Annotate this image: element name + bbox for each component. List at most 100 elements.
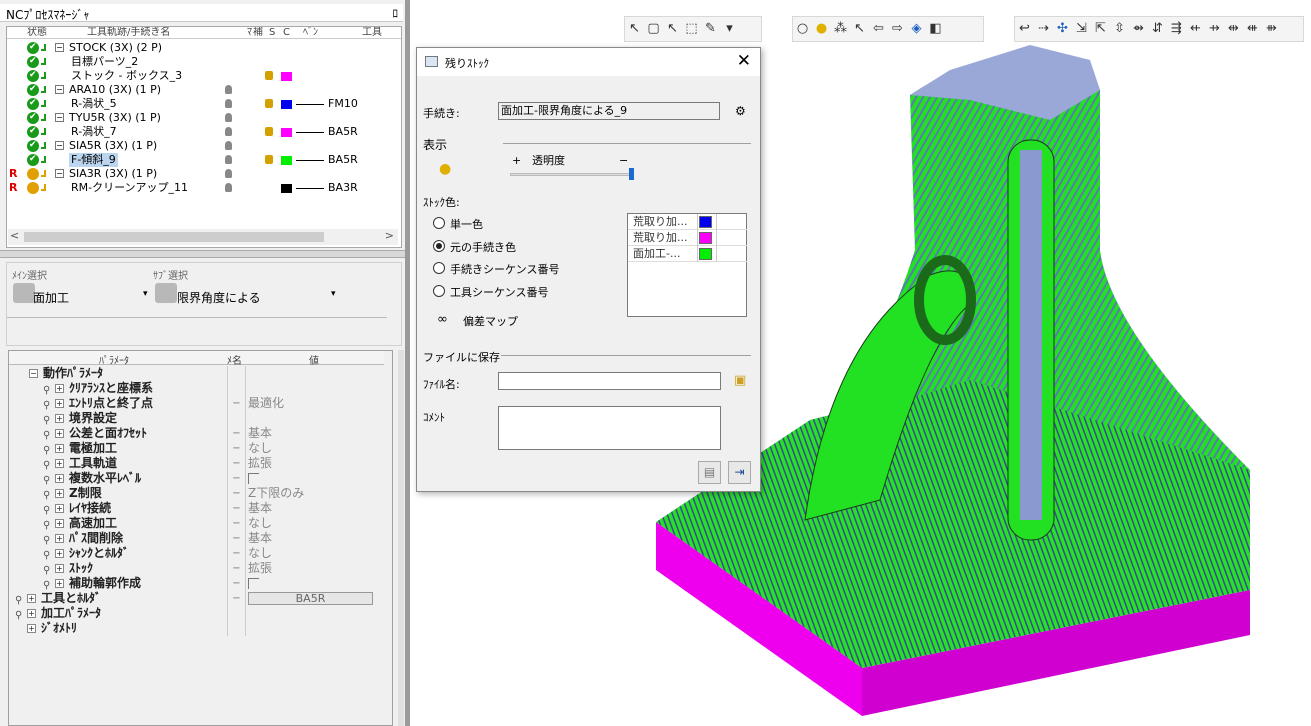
param-value-cell[interactable] [245, 366, 384, 381]
glasses-icon[interactable]: ∞ [437, 312, 448, 327]
expand-icon[interactable]: + [55, 414, 64, 423]
param-value-cell[interactable] [245, 381, 384, 396]
col-ben[interactable]: ﾍﾞﾝ [303, 27, 318, 39]
expand-icon[interactable]: + [55, 534, 64, 543]
col-name[interactable]: 工具軌跡/手続き名 [87, 27, 170, 39]
radio-original-color[interactable] [433, 240, 445, 252]
param-label[interactable]: 電極加工 [69, 441, 117, 456]
param-value-cell[interactable]: Z下限のみ [245, 486, 384, 501]
col-m[interactable]: ﾏ [247, 27, 252, 39]
param-value-cell[interactable]: 基本 [245, 426, 384, 441]
edit-key-icon[interactable] [265, 127, 273, 136]
param-row[interactable]: ⚲ + ﾊﾟｽ間削除 − 基本 [9, 531, 384, 546]
expand-icon[interactable]: + [55, 384, 64, 393]
expand-icon[interactable]: + [55, 459, 64, 468]
color-swatch[interactable] [699, 216, 712, 228]
tree-row-name[interactable]: RM-クリーンアップ_11 [69, 181, 190, 195]
visibility-bulb-icon[interactable] [225, 141, 232, 150]
visibility-bulb-icon[interactable] [225, 85, 232, 94]
param-label[interactable]: ｼｬﾝｸとﾎﾙﾀﾞ [69, 546, 129, 561]
expand-icon[interactable]: + [55, 579, 64, 588]
color-list[interactable]: 荒取り加... 荒取り加... 面加工-... [627, 213, 747, 317]
sub-select-value[interactable]: 限界角度による [177, 289, 261, 306]
param-value-cell[interactable]: 基本 [245, 501, 384, 516]
expand-icon[interactable]: − [29, 369, 38, 378]
param-col-m[interactable]: ﾒ名 [227, 352, 242, 367]
param-label[interactable]: 補助輪郭作成 [69, 576, 141, 591]
param-row[interactable]: ⚲ + 補助輪郭作成 − [9, 576, 384, 591]
visibility-bulb-icon[interactable] [225, 127, 232, 136]
tree-row[interactable]: R RM-クリーンアップ_11 BA3R [7, 181, 401, 195]
param-value[interactable]: 拡張 [248, 561, 272, 575]
color-swatch[interactable] [281, 128, 292, 137]
face-milling-icon[interactable] [13, 283, 35, 303]
expand-icon[interactable]: + [55, 489, 64, 498]
param-value[interactable]: 基本 [248, 426, 272, 440]
param-value[interactable]: 拡張 [248, 456, 272, 470]
expand-icon[interactable]: + [27, 609, 36, 618]
tree-row[interactable]: −STOCK (3X) (2 P) [7, 40, 401, 55]
param-value-cell[interactable] [245, 576, 384, 591]
param-value[interactable]: 基本 [248, 531, 272, 545]
main-dropdown-icon[interactable]: ▾ [143, 289, 148, 299]
param-col-name[interactable]: ﾊﾟﾗﾒｰﾀ [99, 352, 129, 367]
save-button[interactable]: ▤ [698, 461, 721, 484]
param-row[interactable]: ⚲ + 公差と面ｵﾌｾｯﾄ − 基本 [9, 426, 384, 441]
param-row[interactable]: ⚲ + ｽﾄｯｸ − 拡張 [9, 561, 384, 576]
param-label[interactable]: 公差と面ｵﾌｾｯﾄ [69, 426, 147, 441]
expand-icon[interactable]: + [27, 624, 36, 633]
param-scrollbar[interactable] [398, 350, 404, 726]
exit-button[interactable]: ⇥ [728, 461, 751, 484]
param-row[interactable]: ⚲ + 工具とﾎﾙﾀﾞ − BA5R [9, 591, 384, 606]
param-label[interactable]: 境界設定 [69, 411, 117, 426]
param-value-cell[interactable] [245, 411, 384, 426]
param-row[interactable]: ⚲ + 電極加工 − なし [9, 441, 384, 456]
param-label[interactable]: ｴﾝﾄﾘ点と終了点 [69, 396, 153, 411]
param-label[interactable]: 工具とﾎﾙﾀﾞ [41, 591, 101, 606]
param-value[interactable]: なし [248, 441, 272, 455]
pin-icon[interactable]: ﾛ [393, 5, 399, 21]
bulb-icon[interactable]: ● [439, 161, 451, 177]
param-label[interactable]: ﾚｲﾔ接続 [69, 501, 111, 516]
param-value-cell[interactable]: なし [245, 516, 384, 531]
param-value-cell[interactable]: 基本 [245, 531, 384, 546]
param-row[interactable]: ⚲ + 高速加工 − なし [9, 516, 384, 531]
col-s[interactable]: S [269, 27, 275, 39]
edit-key-icon[interactable] [265, 155, 273, 164]
param-row[interactable]: ⚲ + Z制限 − Z下限のみ [9, 486, 384, 501]
close-icon[interactable]: ✕ [737, 51, 751, 71]
param-label[interactable]: 高速加工 [69, 516, 117, 531]
param-row[interactable]: ⚲ + 複数水平ﾚﾍﾞﾙ − [9, 471, 384, 486]
param-checkbox[interactable] [248, 578, 259, 589]
color-swatch[interactable] [699, 232, 712, 244]
param-label[interactable]: 加工ﾊﾟﾗﾒｰﾀ [41, 606, 101, 621]
col-ho[interactable]: 補 [253, 27, 263, 39]
param-value[interactable]: 最適化 [248, 396, 284, 410]
param-row[interactable]: ⚲ + ｴﾝﾄﾘ点と終了点 − 最適化 [9, 396, 384, 411]
param-label[interactable]: ｸﾘｱﾗﾝｽと座標系 [69, 381, 153, 396]
col-status[interactable]: 状態 [27, 27, 47, 39]
color-list-item[interactable]: 荒取り加... [628, 214, 747, 230]
param-row[interactable]: ⚲ + 境界設定 [9, 411, 384, 426]
param-value-cell[interactable]: 拡張 [245, 456, 384, 471]
radio-single-color-label[interactable]: 単一色 [450, 216, 483, 232]
visibility-bulb-icon[interactable] [225, 183, 232, 192]
color-swatch[interactable] [281, 100, 292, 109]
tree-row-name[interactable]: R-渦状_5 [69, 97, 119, 111]
radio-tool-seq[interactable] [433, 285, 445, 297]
param-value-cell[interactable]: なし [245, 546, 384, 561]
collapse-icon[interactable]: − [55, 113, 64, 122]
visibility-bulb-icon[interactable] [225, 155, 232, 164]
radio-single-color[interactable] [433, 217, 445, 229]
expand-icon[interactable]: + [55, 444, 64, 453]
comment-textarea[interactable] [498, 406, 721, 450]
tree-row[interactable]: ストック - ボックス_3 [7, 68, 401, 83]
panel-splitter[interactable] [0, 250, 405, 258]
scroll-left-icon[interactable]: < [10, 229, 19, 242]
tree-row[interactable]: −SIA5R (3X) (1 P) [7, 138, 401, 153]
expand-icon[interactable]: + [55, 474, 64, 483]
collapse-icon[interactable]: − [55, 169, 64, 178]
transparency-slider-track[interactable] [510, 173, 634, 176]
scroll-right-icon[interactable]: > [385, 229, 394, 242]
tree-row-name[interactable]: TYU5R (3X) (1 P) [67, 111, 163, 125]
